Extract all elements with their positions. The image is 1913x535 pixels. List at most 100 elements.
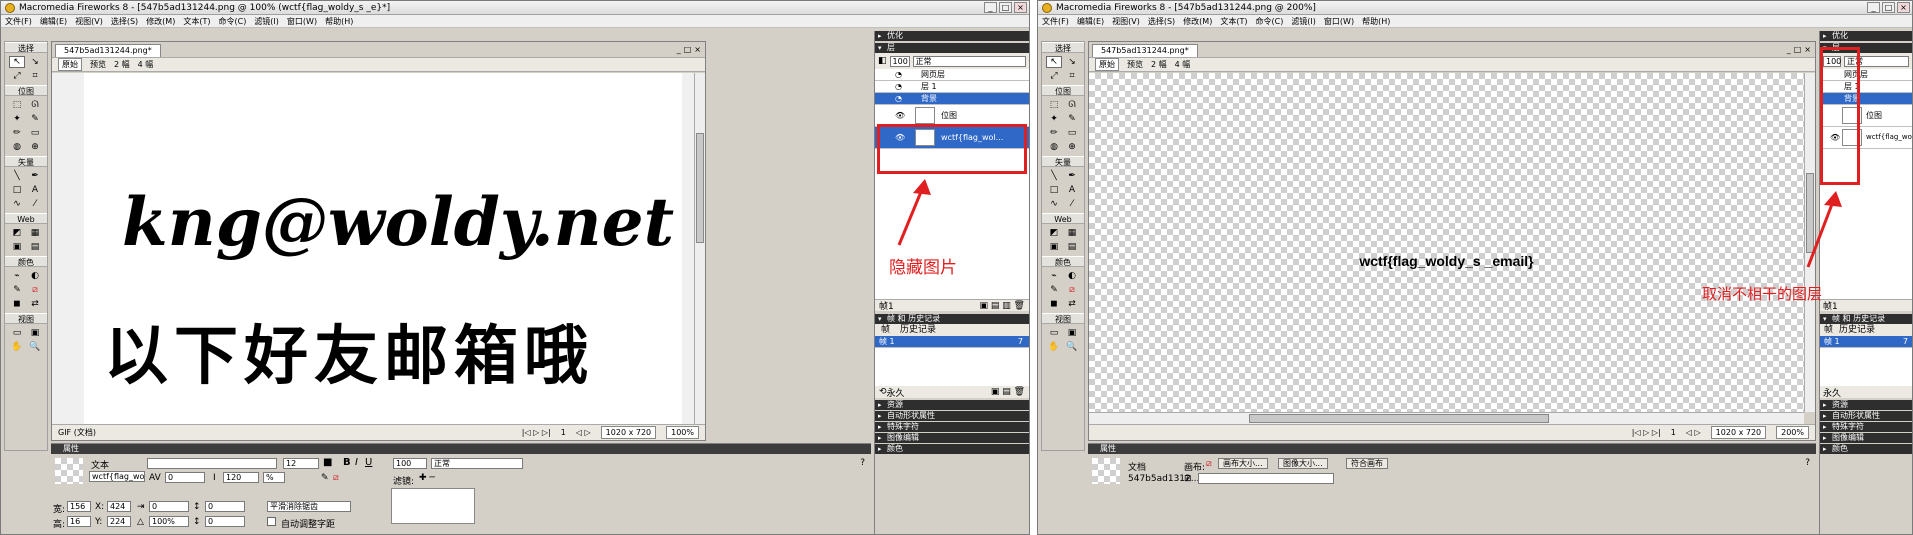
hand-tool-icon[interactable]: ✋ <box>1046 341 1062 353</box>
freeform-tool-icon[interactable]: ∿ <box>1046 198 1062 210</box>
swap-colors-icon[interactable]: ⇄ <box>1064 298 1080 310</box>
knife-tool-icon[interactable]: ⁄ <box>27 198 43 210</box>
optimize-panel-header[interactable]: 优化 <box>1820 31 1912 41</box>
close-button[interactable]: × <box>1014 2 1027 13</box>
pencil-tool-icon[interactable]: ✏ <box>9 127 25 139</box>
zoom-tool-icon[interactable]: 🔍 <box>27 341 43 353</box>
minimize-button[interactable]: _ <box>984 2 997 13</box>
lasso-tool-icon[interactable]: ᘏ <box>1064 99 1080 111</box>
menu-select[interactable]: 选择(S) <box>1148 15 1175 27</box>
doc-close-icon[interactable]: × <box>1804 45 1811 54</box>
canvas-color-icon[interactable]: ⧄ <box>1206 459 1212 469</box>
maximize-button[interactable]: □ <box>999 2 1012 13</box>
menu-window[interactable]: 窗口(W) <box>287 15 317 27</box>
menu-select[interactable]: 选择(S) <box>111 15 138 27</box>
tab-4-up[interactable]: 4 幅 <box>138 58 154 72</box>
menu-file[interactable]: 文件(F) <box>1042 15 1069 27</box>
rectangle-tool-icon[interactable]: □ <box>1046 184 1062 196</box>
height-field[interactable]: 16 <box>67 516 91 527</box>
show-slices-icon[interactable]: ▤ <box>1064 241 1080 253</box>
image-edit-panel-header[interactable]: 图像编辑 <box>1820 433 1912 443</box>
frame-row-1[interactable]: 帧 1 7 <box>875 336 1029 348</box>
text-color-swatch[interactable]: ■ <box>323 457 332 468</box>
vertical-scrollbar[interactable] <box>694 73 705 424</box>
image-size-button[interactable]: 图像大小... <box>1278 458 1328 469</box>
standard-screen-icon[interactable]: ▭ <box>9 327 25 339</box>
optimize-panel-header[interactable]: 优化 <box>875 31 1029 41</box>
assets-panel-header[interactable]: 资源 <box>1820 400 1912 410</box>
show-slices-icon[interactable]: ▤ <box>27 241 43 253</box>
width-field[interactable]: 156 <box>67 501 91 512</box>
opacity-field[interactable]: 100 <box>393 458 427 469</box>
auto-kern-checkbox[interactable] <box>267 517 276 526</box>
tab-2-up[interactable]: 2 幅 <box>114 58 130 72</box>
hide-slices-icon[interactable]: ▣ <box>9 241 25 253</box>
canvas[interactable]: wctf{flag_woldy_s _email} <box>1089 73 1804 412</box>
paint-bucket-tool-icon[interactable]: ◐ <box>27 270 43 282</box>
menu-view[interactable]: 视图(V) <box>75 15 103 27</box>
object-name-field[interactable]: wctf{flag_wo <box>89 471 145 482</box>
color-panel-header[interactable]: 颜色 <box>875 444 1029 454</box>
slice-tool-icon[interactable]: ▦ <box>27 227 43 239</box>
x-field[interactable]: 424 <box>107 501 131 512</box>
blur-tool-icon[interactable]: ◍ <box>9 141 25 153</box>
pencil-tool-icon[interactable]: ✏ <box>1046 127 1062 139</box>
menu-file[interactable]: 文件(F) <box>5 15 32 27</box>
layers-panel-header[interactable]: 层 <box>875 43 1029 53</box>
kerning-field[interactable]: 0 <box>165 472 205 483</box>
leading-field[interactable]: 120 <box>223 472 259 483</box>
brush-tool-icon[interactable]: ✎ <box>1064 113 1080 125</box>
knife-tool-icon[interactable]: ⁄ <box>1064 198 1080 210</box>
document-tab[interactable]: 547b5ad131244.png* <box>55 44 161 57</box>
text-tool-icon[interactable]: A <box>1064 184 1080 196</box>
marquee-tool-icon[interactable]: ⬚ <box>9 99 25 111</box>
menu-edit[interactable]: 编辑(E) <box>1077 15 1104 27</box>
doc-minimize-icon[interactable]: _ <box>677 45 681 54</box>
zoom-level[interactable]: 100% <box>666 426 699 439</box>
crop-tool-icon[interactable]: ⌗ <box>1064 70 1080 82</box>
zoom-tool-icon[interactable]: 🔍 <box>1064 341 1080 353</box>
layer-actions-icon[interactable]: ▣ ▤ ▥ 🗑 <box>979 301 1025 311</box>
frames-history-header[interactable]: 帧 和 历史记录 <box>875 314 1029 324</box>
space-before-field[interactable]: 0 <box>205 501 245 512</box>
add-filter-icon[interactable]: ✚ ─ <box>419 473 435 483</box>
layer-row-layer1[interactable]: ◔ 层 1 <box>875 81 1029 93</box>
tab-frames[interactable]: 帧 <box>1824 324 1833 336</box>
space-after-field[interactable]: 0 <box>205 516 245 527</box>
special-chars-panel-header[interactable]: 特殊字符 <box>1820 422 1912 432</box>
pointer-tool-icon[interactable]: ↖ <box>1046 56 1062 68</box>
menu-text[interactable]: 文本(T) <box>1220 15 1247 27</box>
rubber-stamp-tool-icon[interactable]: ⊕ <box>1064 141 1080 153</box>
fit-canvas-button[interactable]: 符合画布 <box>1346 458 1388 469</box>
subselect-tool-icon[interactable]: ↘ <box>1064 56 1080 68</box>
hotspot-tool-icon[interactable]: ◩ <box>1046 227 1062 239</box>
assets-panel-header[interactable]: 资源 <box>875 400 1029 410</box>
menu-text[interactable]: 文本(T) <box>183 15 210 27</box>
hotspot-tool-icon[interactable]: ◩ <box>9 227 25 239</box>
subselect-tool-icon[interactable]: ↘ <box>27 56 43 68</box>
eyedropper-tool-icon[interactable]: ⌁ <box>9 270 25 282</box>
color-panel-header[interactable]: 颜色 <box>1820 444 1912 454</box>
rectangle-tool-icon[interactable]: □ <box>9 184 25 196</box>
tab-2-up[interactable]: 2 幅 <box>1151 58 1167 72</box>
eye-icon[interactable]: 👁 <box>895 110 905 121</box>
doc-restore-icon[interactable]: □ <box>684 45 692 54</box>
full-screen-menu-icon[interactable]: ▣ <box>27 327 43 339</box>
help-icon[interactable]: ? <box>1805 458 1810 468</box>
pointer-tool-icon[interactable]: ↖ <box>9 56 25 68</box>
menu-modify[interactable]: 修改(M) <box>146 15 175 27</box>
document-tab[interactable]: 547b5ad131244.png* <box>1092 44 1198 57</box>
paint-bucket-tool-icon[interactable]: ◐ <box>1064 270 1080 282</box>
marquee-tool-icon[interactable]: ⬚ <box>1046 99 1062 111</box>
underline-button[interactable]: U <box>365 457 372 468</box>
crop-tool-icon[interactable]: ⌗ <box>27 70 43 82</box>
minimize-button[interactable]: _ <box>1867 2 1880 13</box>
eraser-tool-icon[interactable]: ▭ <box>1064 127 1080 139</box>
scale-tool-icon[interactable]: ⤢ <box>1046 70 1062 82</box>
default-colors-icon[interactable]: ◼ <box>9 298 25 310</box>
image-edit-panel-header[interactable]: 图像编辑 <box>875 433 1029 443</box>
scale-tool-icon[interactable]: ⤢ <box>9 70 25 82</box>
eyedropper-tool-icon[interactable]: ⌁ <box>1046 270 1062 282</box>
auto-shape-panel-header[interactable]: 自动形状属性 <box>875 411 1029 421</box>
blend-mode-select[interactable]: 正常 <box>431 458 523 469</box>
